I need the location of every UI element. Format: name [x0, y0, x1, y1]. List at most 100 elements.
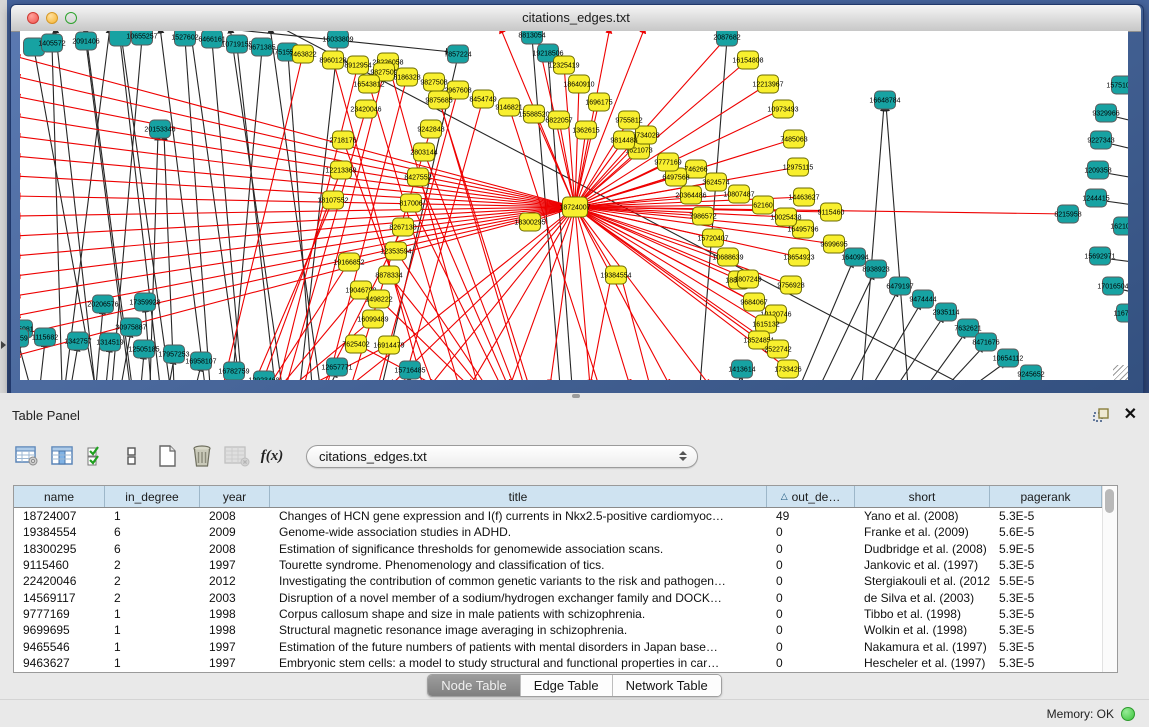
panel-collapse-arrow-icon[interactable] [1, 341, 6, 349]
paper-node-yellow[interactable]: 8912954 [344, 56, 371, 74]
paper-node-teal[interactable]: 16958107 [185, 352, 216, 370]
paper-node-yellow[interactable]: 14463627 [788, 188, 819, 206]
row-checklist-icon[interactable] [84, 443, 110, 469]
paper-node-teal[interactable]: 10655257 [126, 31, 157, 45]
paper-node-yellow[interactable]: 7625402 [342, 335, 369, 353]
paper-node-teal[interactable]: 1640994 [841, 248, 868, 266]
paper-node-yellow[interactable]: 10973493 [767, 100, 798, 118]
citation-edge-red[interactable] [620, 272, 650, 380]
paper-node-yellow[interactable]: 10688639 [712, 248, 743, 266]
column-visibility-icon[interactable] [49, 443, 75, 469]
citation-edge-red[interactable] [590, 272, 612, 380]
paper-node-teal[interactable]: 8938923 [862, 260, 889, 278]
citation-edge-black[interactable] [897, 316, 944, 380]
paper-node-yellow[interactable]: 1696175 [585, 93, 612, 111]
close-panel-icon[interactable]: ✕ [1124, 404, 1137, 424]
tab-node-table[interactable]: Node Table [428, 675, 521, 696]
paper-node-yellow[interactable]: 9756928 [777, 276, 804, 294]
close-window-button[interactable] [27, 12, 39, 24]
paper-node-teal[interactable]: 2091406 [72, 32, 99, 50]
split-pane-handle[interactable] [572, 394, 580, 398]
paper-node-teal[interactable]: 9245652 [1017, 365, 1044, 380]
network-canvas[interactable]: 1405572209140610655257152760264661611071… [20, 31, 1128, 380]
paper-node-teal[interactable]: 1314519 [96, 333, 123, 351]
paper-node-teal[interactable]: 1621064 [1110, 217, 1128, 235]
paper-node-yellow[interactable]: 8267130 [389, 218, 416, 236]
table-row[interactable]: 2242004622012Investigating the contribut… [14, 573, 1117, 589]
minimize-window-button[interactable] [46, 12, 58, 24]
citation-edge-red[interactable] [575, 207, 630, 380]
paper-node-yellow[interactable]: 16914479 [373, 336, 404, 354]
citation-edge-black[interactable] [820, 273, 874, 380]
paper-node-yellow[interactable]: 1362615 [572, 121, 599, 139]
paper-node-teal[interactable]: 7857224 [444, 45, 471, 63]
tab-network-table[interactable]: Network Table [613, 675, 721, 696]
paper-node-teal[interactable]: 17016504 [1097, 277, 1128, 295]
paper-node-teal[interactable]: 30975887 [115, 318, 146, 336]
paper-node-yellow[interactable]: 8878334 [375, 266, 402, 284]
citation-edge-black[interactable] [800, 261, 853, 380]
column-header-name[interactable]: name [14, 486, 105, 507]
paper-node-yellow[interactable]: 16099489 [357, 310, 388, 328]
table-row[interactable]: 1456911722003Disruption of a novel membe… [14, 589, 1117, 605]
paper-node-yellow[interactable]: 9814483 [610, 131, 637, 149]
table-row[interactable]: 911546021997Tourette syndrome. Phenomeno… [14, 557, 1117, 573]
paper-node-yellow[interactable]: 62160 [753, 196, 774, 214]
citation-edge-red[interactable] [253, 200, 333, 380]
table-row[interactable]: 946362711997Embryonic stem cells: a mode… [14, 655, 1117, 671]
paper-node-yellow[interactable]: 9777169 [654, 153, 681, 171]
paper-node-yellow[interactable]: 8960128 [319, 51, 346, 69]
table-row[interactable]: 1938455462009Genome-wide association stu… [14, 524, 1117, 540]
paper-node-yellow[interactable]: 9684067 [740, 293, 767, 311]
zoom-window-button[interactable] [65, 12, 77, 24]
paper-node-yellow[interactable]: 9242848 [417, 120, 444, 138]
column-header-pagerank[interactable]: pagerank [990, 486, 1102, 507]
citation-edge-red[interactable] [20, 196, 575, 207]
citation-edge-black[interactable] [237, 46, 275, 380]
function-builder-icon[interactable]: f(x) [259, 443, 285, 469]
paper-node-yellow[interactable]: 18640910 [563, 75, 594, 93]
paper-node-teal[interactable]: 8215958 [1054, 205, 1081, 223]
paper-node-yellow[interactable]: 12975115 [783, 158, 814, 176]
paper-node-teal[interactable]: 1244415 [1082, 189, 1109, 207]
network-window-titlebar[interactable]: citations_edges.txt [11, 5, 1141, 32]
paper-node-teal[interactable]: 8813054 [518, 31, 545, 44]
paper-node-yellow[interactable]: 7986572 [689, 207, 716, 225]
paper-node-yellow[interactable]: 9115460 [818, 203, 845, 221]
citation-edge-red[interactable] [223, 54, 303, 380]
paper-node-teal[interactable]: 1527602 [171, 31, 198, 46]
paper-node-teal[interactable]: 9227343 [1087, 131, 1114, 149]
paper-node-teal[interactable]: 2935114 [933, 303, 960, 321]
paper-node-teal[interactable]: 1413614 [728, 360, 755, 378]
table-row[interactable]: 977716911998Corpus callosum shape and si… [14, 606, 1117, 622]
tab-edge-table[interactable]: Edge Table [521, 675, 613, 696]
new-column-icon[interactable] [154, 443, 180, 469]
paper-node-teal[interactable]: 8471676 [972, 333, 999, 351]
delete-column-trash-icon[interactable] [189, 443, 215, 469]
table-row[interactable]: 946554611997Estimation of the future num… [14, 638, 1117, 654]
column-header-short[interactable]: short [855, 486, 990, 507]
citation-edge-red[interactable] [20, 207, 575, 276]
paper-node-yellow[interactable]: 23420046 [350, 100, 381, 118]
paper-node-yellow[interactable]: 2718176 [329, 131, 356, 149]
paper-node-teal[interactable]: 33159 [20, 329, 29, 347]
paper-node-yellow[interactable]: 15720407 [697, 229, 728, 247]
citation-edge-black[interactable] [20, 342, 30, 380]
paper-node-yellow[interactable]: 7463822 [289, 45, 316, 63]
paper-node-teal[interactable]: 1209358 [1084, 161, 1111, 179]
paper-node-yellow[interactable]: 2803144 [410, 143, 437, 161]
float-panel-icon[interactable] [1093, 407, 1111, 423]
citation-edge-black[interactable] [40, 341, 45, 380]
paper-node-yellow[interactable]: 9755812 [615, 111, 642, 129]
paper-node-teal[interactable]: 16033809 [322, 31, 353, 48]
paper-node-teal[interactable]: 20206576 [87, 295, 118, 313]
paper-node-yellow[interactable]: 19166852 [333, 253, 364, 271]
row-height-icon[interactable] [119, 443, 145, 469]
paper-node-teal[interactable]: 12923468 [248, 371, 279, 380]
paper-node-yellow[interactable]: 1498222 [365, 290, 392, 308]
paper-node-yellow[interactable]: 1615132 [752, 315, 779, 333]
column-header-out_de[interactable]: △out_de… [767, 486, 855, 507]
paper-node-yellow[interactable]: 1807249 [734, 270, 761, 288]
citation-edge-red[interactable] [20, 116, 575, 207]
paper-node-teal[interactable]: 16782759 [218, 362, 249, 380]
